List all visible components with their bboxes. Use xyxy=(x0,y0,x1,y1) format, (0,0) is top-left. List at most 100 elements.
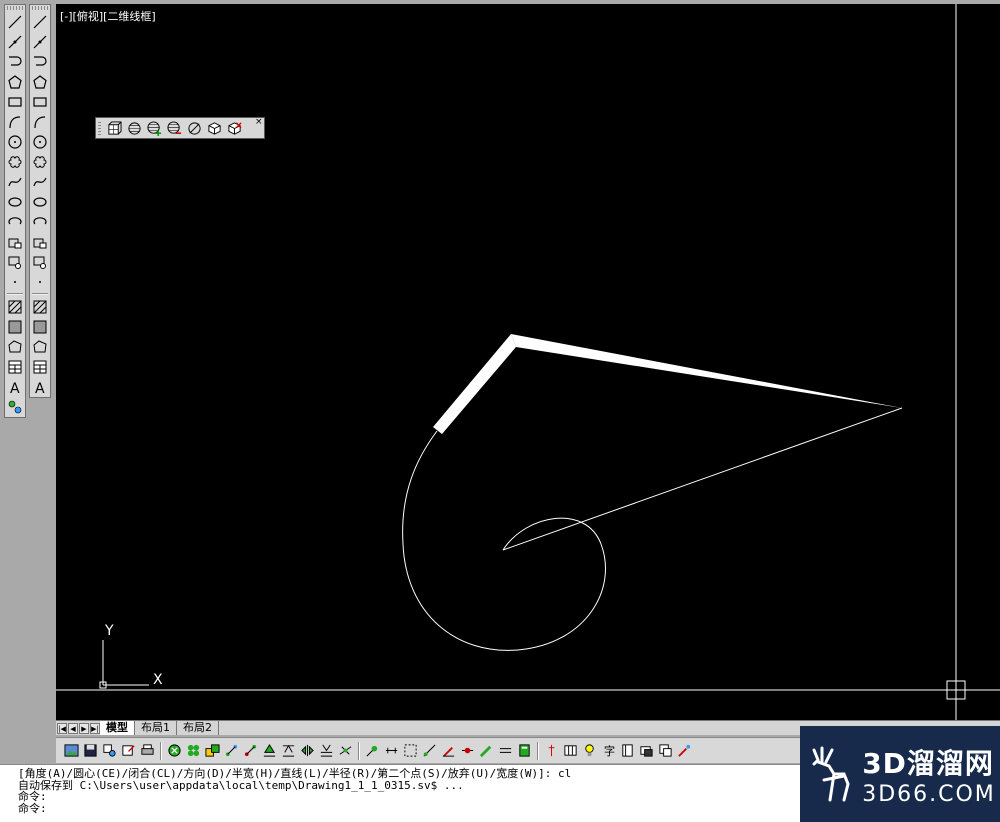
toolbar-grip[interactable] xyxy=(32,6,48,10)
make-block-icon[interactable] xyxy=(5,252,25,271)
sphere-add-icon[interactable] xyxy=(144,119,164,137)
point-icon[interactable] xyxy=(30,272,50,291)
drawing-viewport[interactable]: [-][俯视][二维线框] Y X xyxy=(56,4,1000,720)
wide-segment-1[interactable] xyxy=(433,334,516,434)
rectangle-icon[interactable] xyxy=(5,92,25,111)
mirror-icon[interactable] xyxy=(203,741,222,761)
insert-block-icon[interactable] xyxy=(30,232,50,251)
calculator-icon[interactable] xyxy=(515,741,534,761)
toolbar-grip[interactable] xyxy=(98,121,101,135)
first-tab-icon[interactable]: |◀ xyxy=(57,722,67,734)
svg-text:A: A xyxy=(35,381,45,395)
print-icon[interactable] xyxy=(138,741,157,761)
hatch-icon[interactable] xyxy=(5,297,25,316)
line-icon[interactable] xyxy=(5,12,25,31)
next-tab-icon[interactable]: ▶ xyxy=(79,722,89,734)
ucs-y-label: Y xyxy=(104,623,114,639)
no-view-icon[interactable] xyxy=(184,119,204,137)
polyline-icon[interactable] xyxy=(30,52,50,71)
array-icon[interactable] xyxy=(241,741,260,761)
pin-icon[interactable] xyxy=(542,741,561,761)
box-view-icon[interactable] xyxy=(204,119,224,137)
book-icon[interactable] xyxy=(618,741,637,761)
spiral-arc[interactable] xyxy=(402,430,606,651)
tab-layout1[interactable]: 布局1 xyxy=(135,721,177,735)
tapered-segment[interactable] xyxy=(511,334,902,408)
prev-tab-icon[interactable]: ◀ xyxy=(68,722,78,734)
region-icon[interactable] xyxy=(30,337,50,356)
publish-icon[interactable] xyxy=(119,741,138,761)
rotate-icon[interactable] xyxy=(279,741,298,761)
close-icon[interactable]: × xyxy=(255,118,263,127)
ellipse-icon[interactable] xyxy=(30,192,50,211)
save-icon[interactable] xyxy=(81,741,100,761)
chamfer-icon[interactable] xyxy=(420,741,439,761)
trim-icon[interactable] xyxy=(336,741,355,761)
point-icon[interactable] xyxy=(5,272,25,291)
table-icon[interactable] xyxy=(5,357,25,376)
revision-cloud-icon[interactable] xyxy=(5,152,25,171)
construction-line-icon[interactable] xyxy=(5,32,25,51)
tab-layout2[interactable]: 布局2 xyxy=(177,721,219,735)
erase-icon[interactable] xyxy=(165,741,184,761)
drawing-canvas[interactable]: Y X xyxy=(56,4,1000,720)
parallel-icon[interactable] xyxy=(496,741,515,761)
svg-text:A: A xyxy=(10,381,20,395)
sphere-icon[interactable] xyxy=(124,119,144,137)
add-selected-icon[interactable] xyxy=(5,397,25,416)
color-picker-icon[interactable] xyxy=(675,741,694,761)
bulb-icon[interactable] xyxy=(580,741,599,761)
table-icon[interactable] xyxy=(30,357,50,376)
arc-icon[interactable] xyxy=(5,112,25,131)
make-block-icon[interactable] xyxy=(30,252,50,271)
explode-icon[interactable] xyxy=(458,741,477,761)
hatch-icon[interactable] xyxy=(30,297,50,316)
line-segment[interactable] xyxy=(502,407,903,551)
gradient-icon[interactable] xyxy=(5,317,25,336)
pencil-icon[interactable] xyxy=(477,741,496,761)
construction-line-icon[interactable] xyxy=(30,32,50,51)
arc-icon[interactable] xyxy=(30,112,50,131)
rectangle-icon[interactable] xyxy=(30,92,50,111)
block-editor-icon[interactable] xyxy=(656,741,675,761)
ellipse-arc-icon[interactable] xyxy=(5,212,25,231)
polyline-drawing[interactable] xyxy=(402,334,903,651)
match-properties-icon[interactable] xyxy=(100,741,119,761)
break-icon[interactable] xyxy=(382,741,401,761)
ellipse-arc-icon[interactable] xyxy=(30,212,50,231)
copy-icon[interactable] xyxy=(184,741,203,761)
layer-icon[interactable] xyxy=(637,741,656,761)
polygon-icon[interactable] xyxy=(5,72,25,91)
sphere-remove-icon[interactable] xyxy=(164,119,184,137)
polygon-icon[interactable] xyxy=(30,72,50,91)
multiline-text-icon[interactable]: A xyxy=(30,377,50,396)
stretch-icon[interactable] xyxy=(317,741,336,761)
revision-cloud-icon[interactable] xyxy=(30,152,50,171)
text-style-icon[interactable]: 字 xyxy=(599,741,618,761)
line-icon[interactable] xyxy=(30,12,50,31)
offset-icon[interactable] xyxy=(222,741,241,761)
polyline-icon[interactable] xyxy=(5,52,25,71)
image-icon[interactable] xyxy=(62,741,81,761)
spline-icon[interactable] xyxy=(30,172,50,191)
join-icon[interactable] xyxy=(401,741,420,761)
fillet-icon[interactable] xyxy=(439,741,458,761)
last-tab-icon[interactable]: ▶| xyxy=(90,722,100,734)
view-floating-toolbar: × xyxy=(95,117,265,139)
region-icon[interactable] xyxy=(5,337,25,356)
scale-icon[interactable] xyxy=(298,741,317,761)
section-icon[interactable] xyxy=(561,741,580,761)
move-icon[interactable] xyxy=(260,741,279,761)
multiline-text-icon[interactable]: A xyxy=(5,377,25,396)
circle-icon[interactable] xyxy=(5,132,25,151)
insert-block-icon[interactable] xyxy=(5,232,25,251)
extend-icon[interactable] xyxy=(363,741,382,761)
circle-icon[interactable] xyxy=(30,132,50,151)
view-cube-icon[interactable] xyxy=(104,119,124,137)
spline-icon[interactable] xyxy=(5,172,25,191)
tab-model[interactable]: 模型 xyxy=(100,721,135,735)
ellipse-icon[interactable] xyxy=(5,192,25,211)
gradient-icon[interactable] xyxy=(30,317,50,336)
toolbar-grip[interactable] xyxy=(7,6,23,10)
reset-view-icon[interactable] xyxy=(224,119,244,137)
